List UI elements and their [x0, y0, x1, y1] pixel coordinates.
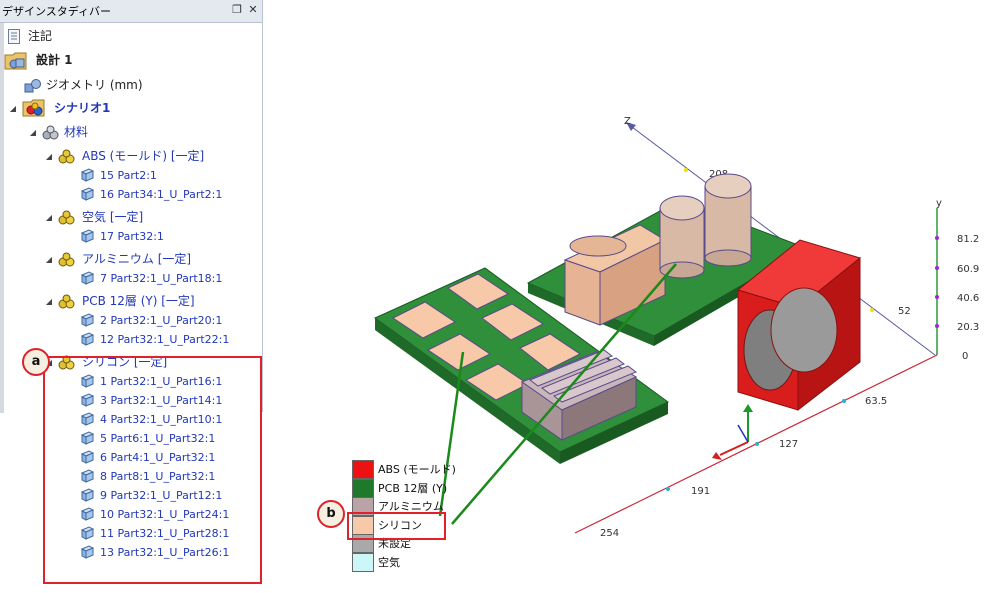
- y-axis-label: y: [936, 198, 942, 209]
- y-tick-label: 81.2: [957, 234, 979, 245]
- x-tick-label: 191: [691, 486, 710, 497]
- tree-material-group[interactable]: ◢ 空気 [一定]: [44, 208, 254, 227]
- tree-part-item[interactable]: 12 Part32:1_U_Part22:1: [80, 330, 255, 349]
- tree-part-item[interactable]: 17 Part32:1: [80, 227, 255, 246]
- part-cube-icon: [80, 271, 95, 291]
- design-folder-icon: [4, 52, 27, 70]
- y-side-tick-label: 52: [898, 306, 911, 317]
- tree-part-item[interactable]: 16 Part34:1_U_Part2:1: [80, 185, 255, 204]
- material-icon: [58, 294, 76, 315]
- tree-label: PCB 12層 (Y) [一定]: [82, 294, 195, 308]
- tree-label: 15 Part2:1: [100, 169, 157, 182]
- tree-label: 注記: [28, 29, 53, 43]
- collapse-arrow-icon[interactable]: ◢: [8, 99, 18, 118]
- axis-tick-mark: [870, 308, 874, 312]
- collapse-arrow-icon[interactable]: ◢: [44, 208, 54, 227]
- tree-label: シナリオ1: [54, 101, 111, 115]
- tree-label: 12 Part32:1_U_Part22:1: [100, 333, 230, 346]
- callout-a: a: [22, 348, 50, 376]
- material-icon: [58, 149, 76, 170]
- tree-item-scenario[interactable]: ◢ シナリオ1: [8, 99, 228, 118]
- highlight-box-a: [43, 356, 262, 584]
- part-cube-icon: [80, 332, 95, 352]
- pin-icon[interactable]: ❐: [230, 2, 244, 18]
- axis-tick-mark: [684, 168, 688, 172]
- geometry-icon: [24, 79, 41, 93]
- scenario-folder-icon: [22, 99, 45, 117]
- tree-part-item[interactable]: 2 Part32:1_U_Part20:1: [80, 311, 255, 330]
- y-tick-label: 40.6: [957, 293, 979, 304]
- legend-label: ABS (モールド): [378, 463, 456, 476]
- tree-label: 17 Part32:1: [100, 230, 164, 243]
- tree-label: ABS (モールド) [一定]: [82, 149, 205, 163]
- tree-label: アルミニウム [一定]: [82, 252, 192, 266]
- part-cube-icon: [80, 187, 95, 207]
- material-icon: [58, 252, 76, 273]
- y-tick-label: 20.3: [957, 322, 979, 333]
- tree-item-materials[interactable]: ◢ 材料: [28, 123, 228, 142]
- tree-part-item[interactable]: 7 Part32:1_U_Part18:1: [80, 269, 255, 288]
- tree-label: 2 Part32:1_U_Part20:1: [100, 314, 223, 327]
- materials-icon: [42, 125, 59, 140]
- collapse-arrow-icon[interactable]: ◢: [44, 147, 54, 166]
- tree-material-group[interactable]: ◢ ABS (モールド) [一定]: [44, 147, 254, 166]
- tree-label: ジオメトリ (mm): [46, 78, 143, 92]
- collapse-arrow-icon[interactable]: ◢: [44, 250, 54, 269]
- document-icon: [8, 29, 20, 44]
- tree-item-geometry[interactable]: ジオメトリ (mm): [24, 76, 244, 95]
- z-axis-label: Z: [624, 116, 631, 127]
- legend-label: PCB 12層 (Y): [378, 481, 448, 495]
- tree-label: 7 Part32:1_U_Part18:1: [100, 272, 223, 285]
- legend-swatch: [352, 478, 374, 498]
- tree-label: 設計 1: [36, 53, 73, 67]
- legend-label: 空気: [378, 555, 400, 569]
- tree-label: 空気 [一定]: [82, 210, 144, 224]
- tree-material-group[interactable]: ◢ アルミニウム [一定]: [44, 250, 254, 269]
- collapse-arrow-icon[interactable]: ◢: [44, 292, 54, 311]
- legend-swatch: [352, 460, 374, 479]
- capacitor[interactable]: [659, 195, 705, 279]
- callout-b: b: [317, 500, 345, 528]
- panel-title: デザインスタディバー: [2, 5, 112, 18]
- tree-label: 材料: [64, 125, 89, 139]
- tree-material-group[interactable]: ◢ PCB 12層 (Y) [一定]: [44, 292, 254, 311]
- tree-label: 16 Part34:1_U_Part2:1: [100, 188, 223, 201]
- x-tick-label: 127: [779, 439, 798, 450]
- panel-titlebar: デザインスタディバー ❐ ✕: [0, 0, 262, 23]
- part-cube-icon: [80, 229, 95, 249]
- orientation-triad: [712, 404, 753, 460]
- tree-item-notes[interactable]: 注記: [8, 27, 208, 46]
- tree-part-item[interactable]: 15 Part2:1: [80, 166, 255, 185]
- collapse-arrow-icon[interactable]: ◢: [28, 123, 38, 142]
- legend-swatch: [352, 552, 374, 572]
- tree-item-design[interactable]: 設計 1: [4, 51, 224, 70]
- y-tick-label: 0: [962, 351, 968, 362]
- capacitor[interactable]: [704, 173, 752, 267]
- highlight-box-b: [347, 512, 446, 540]
- close-icon[interactable]: ✕: [246, 2, 260, 18]
- x-tick-label: 63.5: [865, 396, 887, 407]
- material-icon: [58, 210, 76, 231]
- x-tick-label: 254: [600, 528, 619, 539]
- y-tick-label: 60.9: [957, 264, 979, 275]
